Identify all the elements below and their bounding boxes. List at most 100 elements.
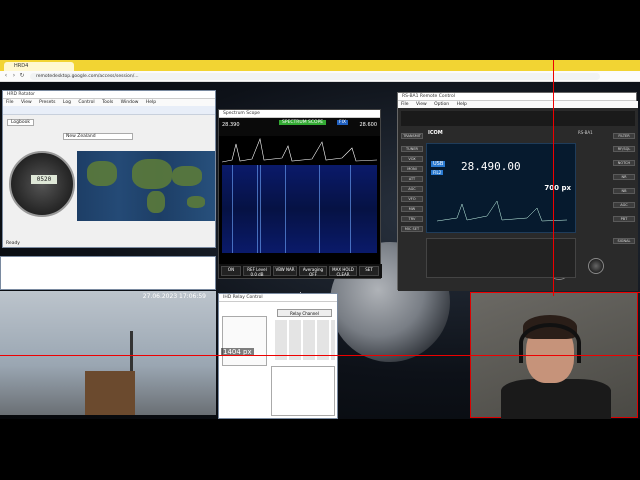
building-chimney [85,371,135,415]
url-text: remotedesktop.google.com/access/session/… [36,74,139,79]
scope-freq-right: 28.600 [359,122,378,128]
relay-window: IHD Relay Control Relay Channel [218,293,338,419]
waterfall-signal [285,165,286,253]
relay-title: IHD Relay Control [223,295,263,300]
notch-button[interactable]: NOTCH [613,160,635,166]
waterfall-signal [260,165,261,253]
agc-left-button[interactable]: AGC [401,186,423,192]
scope-on-button[interactable]: ON [221,266,241,276]
radio-menu-help[interactable]: Help [457,102,467,107]
azimuth-readout: 0520 [31,175,57,184]
scope-fix-button[interactable]: FIX [337,120,348,125]
relay-titlebar: IHD Relay Control [219,294,337,302]
menu-tools[interactable]: Tools [102,100,113,105]
signal-button[interactable]: SIGNAL [613,238,635,244]
red-guide-vertical [553,60,554,296]
spectrum-trace [222,137,377,163]
transmit-button[interactable]: TRANSMIT [401,133,423,139]
radio-menu-view[interactable]: View [416,102,427,107]
status-bar: Ready [6,241,20,246]
nr-button[interactable]: NR [613,174,635,180]
back-icon[interactable]: ‹ [3,73,9,79]
reload-icon[interactable]: ↻ [19,73,25,79]
menu-help[interactable]: Help [146,100,156,105]
letterbox-top [0,0,640,60]
vfo-button[interactable]: VFO [401,196,423,202]
continent-shape [87,161,117,186]
radio-menu-file[interactable]: File [401,102,409,107]
radio-title: RS-BA1 Remote Control [402,94,455,99]
radio-panel: ICOM RS-BA1 TRANSMIT TUNER VOX MONI ATT … [398,108,638,291]
country-value: New Zealand [66,134,96,139]
radio-icon-toolbar [401,111,635,126]
waterfall [222,165,377,253]
red-guide-box-top [470,292,640,293]
px-readout: 700 px [544,184,571,192]
agc-right-button[interactable]: AGC [613,202,635,208]
pbt-button[interactable]: PBT [613,216,635,222]
waterfall-signal [319,165,320,253]
mw-button[interactable]: MW [401,206,423,212]
radio-titlebar: RS-BA1 Remote Control [398,93,636,101]
rotator-title: HRD Rotator [7,92,35,97]
frequency-display[interactable]: 28.490.00 [461,160,521,173]
forward-icon[interactable]: › [11,73,17,79]
waterfall-signal [350,165,351,253]
menu-window[interactable]: Window [121,100,139,105]
radio-brand: ICOM [428,130,443,136]
menu-presets[interactable]: Presets [39,100,55,105]
radio-remote-window: RS-BA1 Remote Control File View Option H… [397,92,638,291]
lcd-scope-trace [437,200,567,222]
tab-logbook[interactable]: Logbook [7,119,35,126]
rotator-titlebar: HRD Rotator [3,91,215,99]
spectrum-scope-window: Spectrum Scope 28.390 SPECTRUM SCOPE FIX… [218,109,382,279]
scope-titlebar: Spectrum Scope [219,110,380,118]
scope-button-row: ON REF Level 0.0 dB VBW NAR Averaging OF… [219,264,382,278]
radio-menubar: File View Option Help [398,101,638,108]
browser-tab-title: HRD4 [14,63,29,69]
menu-control[interactable]: Control [78,100,94,105]
moni-button[interactable]: MONI [401,166,423,172]
operator-body [501,379,611,419]
waterfall-signal [257,165,258,253]
att-button[interactable]: ATT [401,176,423,182]
radio-model: RS-BA1 [578,130,593,135]
trv-button[interactable]: TRV [401,216,423,222]
browser-toolbar: ‹ › ↻ remotedesktop.google.com/access/se… [0,71,640,82]
page: HRD4 ‹ › ↻ remotedesktop.google.com/acce… [0,0,640,480]
filter-button[interactable]: FILTER [613,133,635,139]
country-field[interactable]: New Zealand [63,133,133,140]
world-map[interactable] [77,151,215,221]
scope-set-button[interactable]: SET [359,266,379,276]
tuner-button[interactable]: TUNER [401,146,423,152]
rotator-window: HRD Rotator File View Presets Log Contro… [2,90,216,248]
menu-log[interactable]: Log [63,100,71,105]
browser-tab[interactable]: HRD4 [4,62,74,71]
menu-view[interactable]: View [21,100,32,105]
relay-grid[interactable] [275,320,335,360]
scope-max-hold-button[interactable]: MAX HOLD CLEAR [329,266,357,277]
continent-shape [147,191,165,213]
filter-indicator: FIL2 [431,170,444,175]
continent-shape [132,159,172,189]
tab-logbook-label: Logbook [11,120,31,125]
rf-sql-button[interactable]: RF/SQL [613,146,635,152]
letterbox-bottom [0,419,640,480]
relay-channel-button[interactable]: Relay Channel [277,309,332,317]
multi-knob[interactable] [588,258,604,274]
scope-label: SPECTRUM SCOPE [279,120,327,125]
webcam-window-header [0,256,216,290]
menu-file[interactable]: File [6,100,14,105]
vox-button[interactable]: VOX [401,156,423,162]
azimuth-gauge[interactable]: 0520 [9,151,75,217]
scope-averaging-button[interactable]: Averaging OFF [299,266,327,277]
relay-list[interactable] [222,316,267,366]
scope-vbw-button[interactable]: VBW NAR [273,266,297,276]
radio-menu-option[interactable]: Option [434,102,449,107]
nb-button[interactable]: NB [613,188,635,194]
mic-set-button[interactable]: MIC SET [401,226,423,232]
mode-indicator: USB [431,161,446,167]
rotator-toolbar [3,106,215,115]
scope-ref-level-button[interactable]: REF Level 0.0 dB [243,266,271,277]
address-bar[interactable]: remotedesktop.google.com/access/session/… [30,73,600,80]
